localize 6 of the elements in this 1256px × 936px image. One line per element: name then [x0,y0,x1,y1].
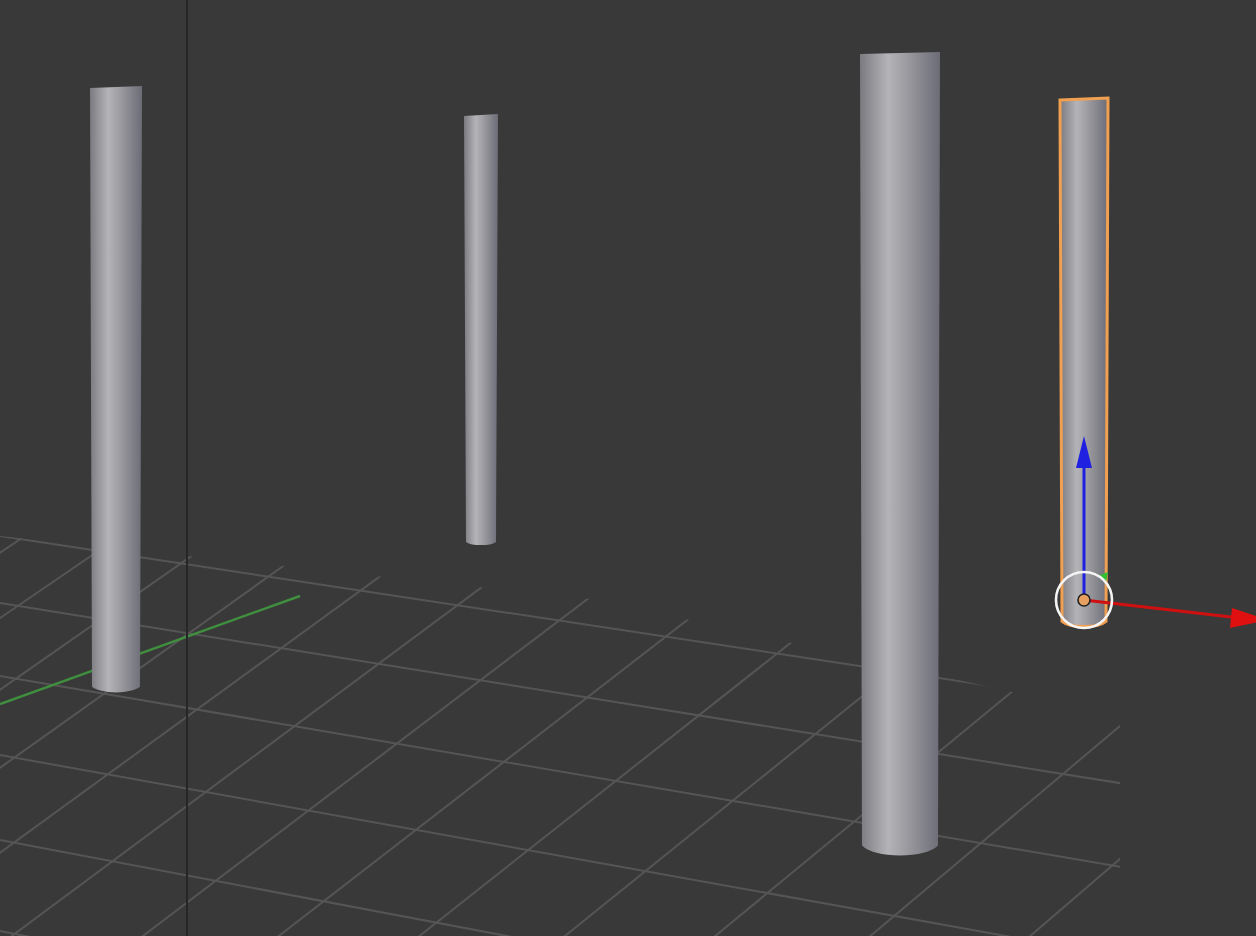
cylinder[interactable] [1058,96,1110,629]
cylinder[interactable] [90,86,142,693]
cylinder[interactable] [464,114,498,546]
transform-gizmo[interactable] [1054,436,1256,630]
cylinder[interactable] [860,52,940,856]
3d-viewport[interactable] [0,0,1256,936]
